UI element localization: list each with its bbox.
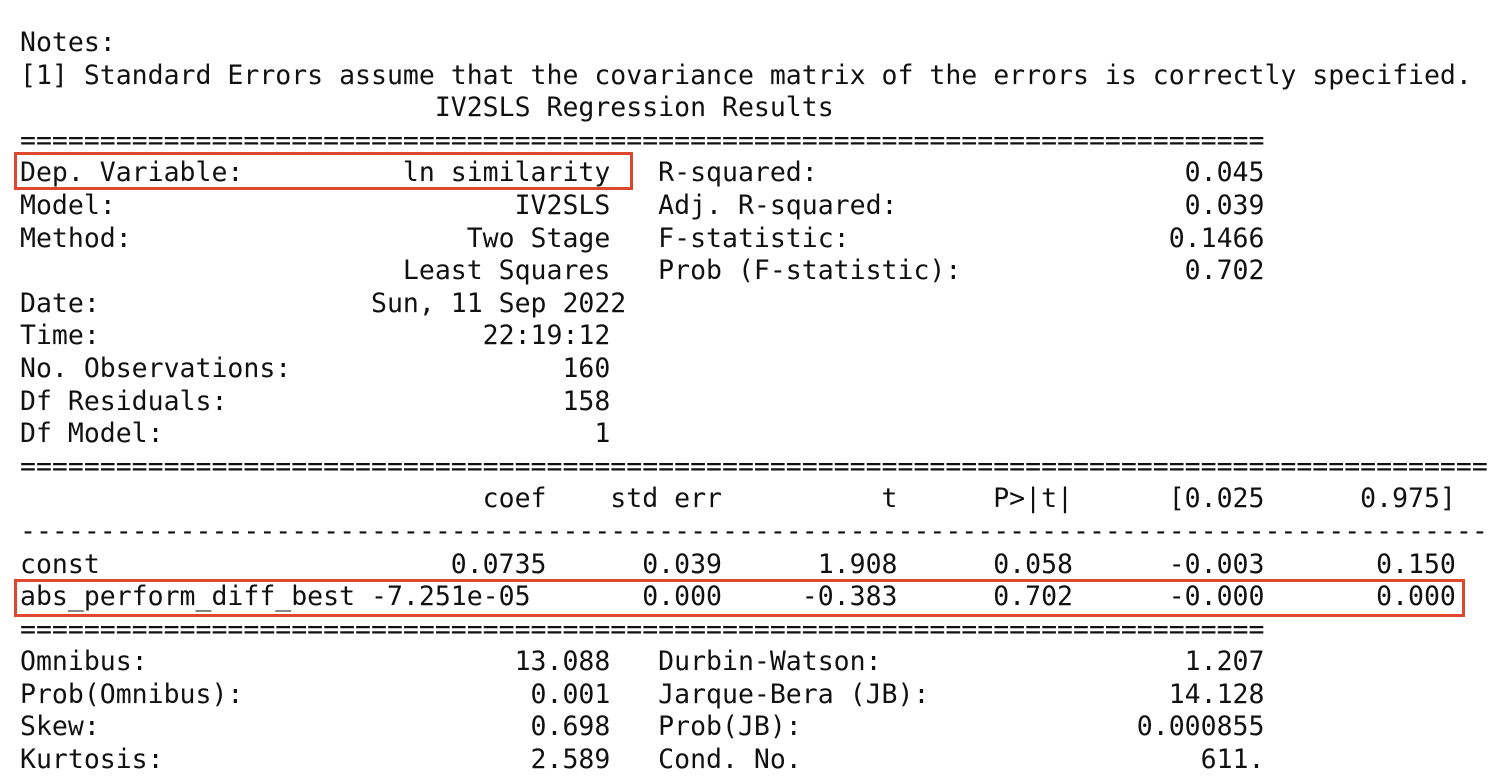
separator-double: ========================================… xyxy=(20,613,1265,645)
summary-row-7: Df Residuals: 158 xyxy=(20,385,611,417)
coef-row-abs-perform-diff-best: abs_perform_diff_best -7.251e-05 0.000 -… xyxy=(20,581,1456,613)
separator-double: ========================================… xyxy=(20,450,1488,482)
diagnostic-row-1: Prob(Omnibus): 0.001 Jarque-Bera (JB): 1… xyxy=(20,678,1265,710)
coef-row-const: const 0.0735 0.039 1.908 0.058 -0.003 0.… xyxy=(20,548,1456,580)
summary-row-5: Time: 22:19:12 xyxy=(20,320,611,352)
separator-double: ========================================… xyxy=(20,124,1265,156)
summary-row-8: Df Model: 1 xyxy=(20,418,611,450)
diagnostic-row-3: Kurtosis: 2.589 Cond. No. 611. xyxy=(20,744,1265,776)
summary-row-3: Least Squares Prob (F-statistic): 0.702 xyxy=(20,255,1265,287)
summary-row-1: Model: IV2SLS Adj. R-squared: 0.039 xyxy=(20,189,1265,221)
results-title: IV2SLS Regression Results xyxy=(20,92,834,124)
summary-row-0: Dep. Variable: ln similarity R-squared: … xyxy=(20,157,1265,189)
coef-table-header: coef std err t P>|t| [0.025 0.975] xyxy=(20,483,1456,515)
summary-row-6: No. Observations: 160 xyxy=(20,352,611,384)
diagnostic-row-0: Omnibus: 13.088 Durbin-Watson: 1.207 xyxy=(20,646,1265,678)
separator-dash: ----------------------------------------… xyxy=(20,515,1488,547)
notes-line: [1] Standard Errors assume that the cova… xyxy=(20,59,1472,91)
diagnostic-row-2: Skew: 0.698 Prob(JB): 0.000855 xyxy=(20,711,1265,743)
regression-output: Notes: [1] Standard Errors assume that t… xyxy=(20,27,1488,777)
summary-row-4: Date: Sun, 11 Sep 2022 xyxy=(20,287,627,319)
notes-header: Notes: xyxy=(20,27,116,58)
summary-row-2: Method: Two Stage F-statistic: 0.1466 xyxy=(20,222,1265,254)
